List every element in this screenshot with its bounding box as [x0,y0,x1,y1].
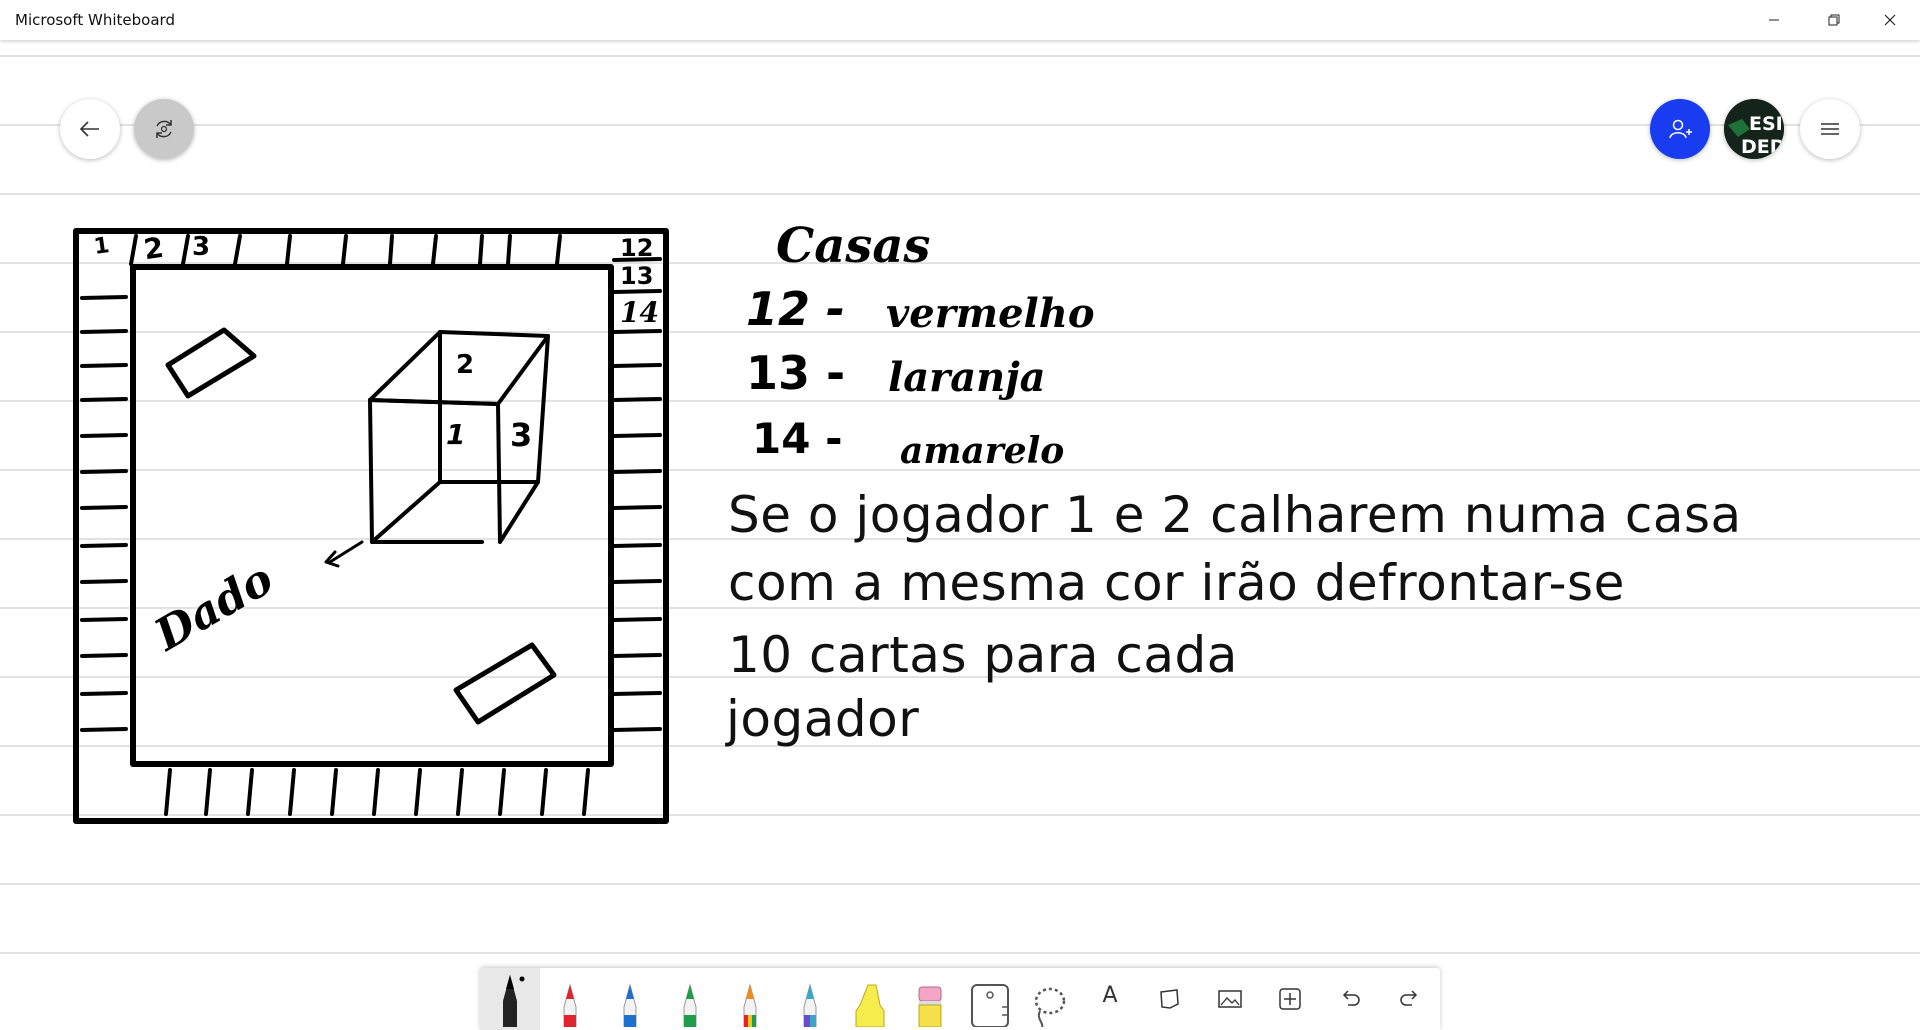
hamburger-menu-icon [1821,123,1839,135]
redo-icon [1400,990,1418,1006]
lasso-icon [1034,987,1066,1027]
pen-rainbow-icon [743,983,757,1027]
close-button[interactable] [1862,0,1918,40]
minimize-button[interactable] [1746,0,1802,40]
ink-toolbar: A [480,968,1440,1030]
pen-green-icon [683,983,697,1027]
close-icon [1884,14,1896,26]
restore-icon [1828,14,1840,26]
lasso-tool[interactable] [1020,968,1080,1030]
avatar-image: ESI DED [1724,99,1784,159]
highlighter-tool[interactable] [840,968,900,1030]
eraser-tool[interactable] [900,968,960,1030]
image-tool[interactable] [1200,968,1260,1030]
avatar[interactable]: ESI DED [1724,99,1784,159]
pen-red-icon [563,983,577,1027]
pen-red-tool[interactable] [540,968,600,1030]
image-icon [1218,990,1242,1008]
pen-blue-tool[interactable] [600,968,660,1030]
invite-button[interactable] [1650,99,1710,159]
redo-button[interactable] [1380,968,1440,1030]
insert-icon [1279,988,1301,1010]
typed-line-3: 10 cartas para cada [728,626,1238,684]
window-title: Microsoft Whiteboard [15,11,175,29]
arrow-left-icon [79,121,99,137]
person-add-icon [1669,119,1692,139]
undo-button[interactable] [1320,968,1380,1030]
back-button[interactable] [60,99,120,159]
sync-icon [156,120,172,138]
sync-button[interactable] [134,99,194,159]
typed-line-1: Se o jogador 1 e 2 calharem numa casa [728,486,1742,544]
pen-black-tool[interactable] [480,968,540,1030]
text-icon: A [1102,982,1118,1008]
svg-text:ESI: ESI [1749,113,1783,135]
eraser-icon [918,986,942,1027]
text-tool[interactable]: A [1080,968,1140,1030]
pen-galaxy-tool[interactable] [780,968,840,1030]
pen-black-icon [503,975,525,1027]
pen-galaxy-icon [803,983,817,1027]
insert-tool[interactable] [1260,968,1320,1030]
title-bar: Microsoft Whiteboard [0,0,1920,40]
minimize-icon [1769,19,1779,21]
note-tool[interactable] [1140,968,1200,1030]
restore-button[interactable] [1806,0,1862,40]
note-icon [1160,989,1179,1009]
ruler-icon [971,984,1009,1027]
menu-button[interactable] [1800,99,1860,159]
undo-icon [1342,990,1360,1006]
typed-line-4: jogador [726,690,920,748]
ruler-tool[interactable] [960,968,1020,1030]
pen-green-tool[interactable] [660,968,720,1030]
pen-blue-icon [623,983,637,1027]
typed-line-2: com a mesma cor irão defrontar-se [728,554,1625,612]
pen-rainbow-tool[interactable] [720,968,780,1030]
highlighter-icon [855,984,885,1027]
